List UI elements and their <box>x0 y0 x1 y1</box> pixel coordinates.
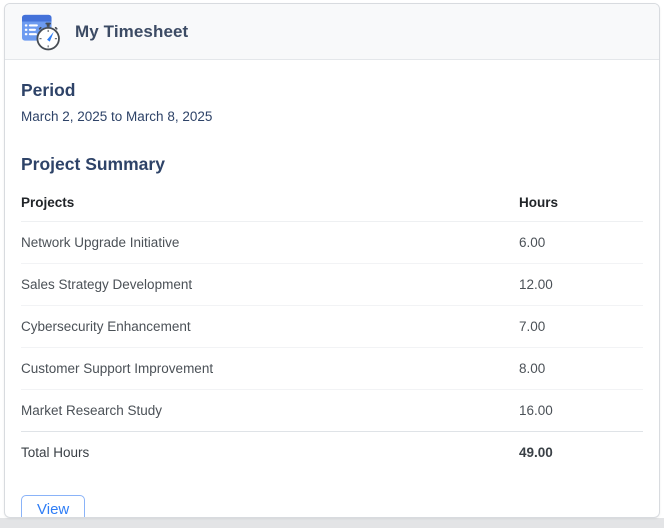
project-summary-table: Projects Hours Network Upgrade Initiativ… <box>21 187 643 473</box>
page-background-strip <box>0 518 664 528</box>
total-label: Total Hours <box>21 431 519 473</box>
my-timesheet-card: My Timesheet Period March 2, 2025 to Mar… <box>4 3 660 518</box>
column-header-projects: Projects <box>21 187 519 222</box>
card-body: Period March 2, 2025 to March 8, 2025 Pr… <box>5 60 659 517</box>
project-hours: 16.00 <box>519 403 553 418</box>
column-header-hours: Hours <box>519 187 643 222</box>
project-hours: 7.00 <box>519 305 643 348</box>
period-range: March 2, 2025 to March 8, 2025 <box>21 109 213 124</box>
view-button[interactable]: View <box>21 495 86 517</box>
project-hours: 8.00 <box>519 347 643 390</box>
project-summary-heading: Project Summary <box>21 154 165 174</box>
project-name: Cybersecurity Enhancement <box>21 305 519 348</box>
card-title: My Timesheet <box>75 21 189 41</box>
table-row: Market Research Study 16.00 <box>21 390 643 432</box>
project-name: Market Research Study <box>21 403 163 418</box>
project-name: Sales Strategy Development <box>21 263 519 306</box>
project-name: Customer Support Improvement <box>21 347 519 390</box>
total-hours: 49.00 <box>519 431 643 473</box>
total-row: Total Hours 49.00 <box>21 431 643 473</box>
table-row: Customer Support Improvement 8.00 <box>21 347 643 390</box>
table-row: Cybersecurity Enhancement 7.00 <box>21 305 643 348</box>
timesheet-stopwatch-icon <box>21 12 63 52</box>
table-header-row: Projects Hours <box>21 187 643 222</box>
period-heading: Period <box>21 80 76 100</box>
table-row: Network Upgrade Initiative 6.00 <box>21 221 643 264</box>
table-row: Sales Strategy Development 12.00 <box>21 263 643 306</box>
page: My Timesheet Period March 2, 2025 to Mar… <box>0 0 664 528</box>
project-hours: 12.00 <box>519 263 643 306</box>
project-hours: 6.00 <box>519 221 643 264</box>
project-name: Network Upgrade Initiative <box>21 221 519 264</box>
card-header: My Timesheet <box>5 4 659 60</box>
